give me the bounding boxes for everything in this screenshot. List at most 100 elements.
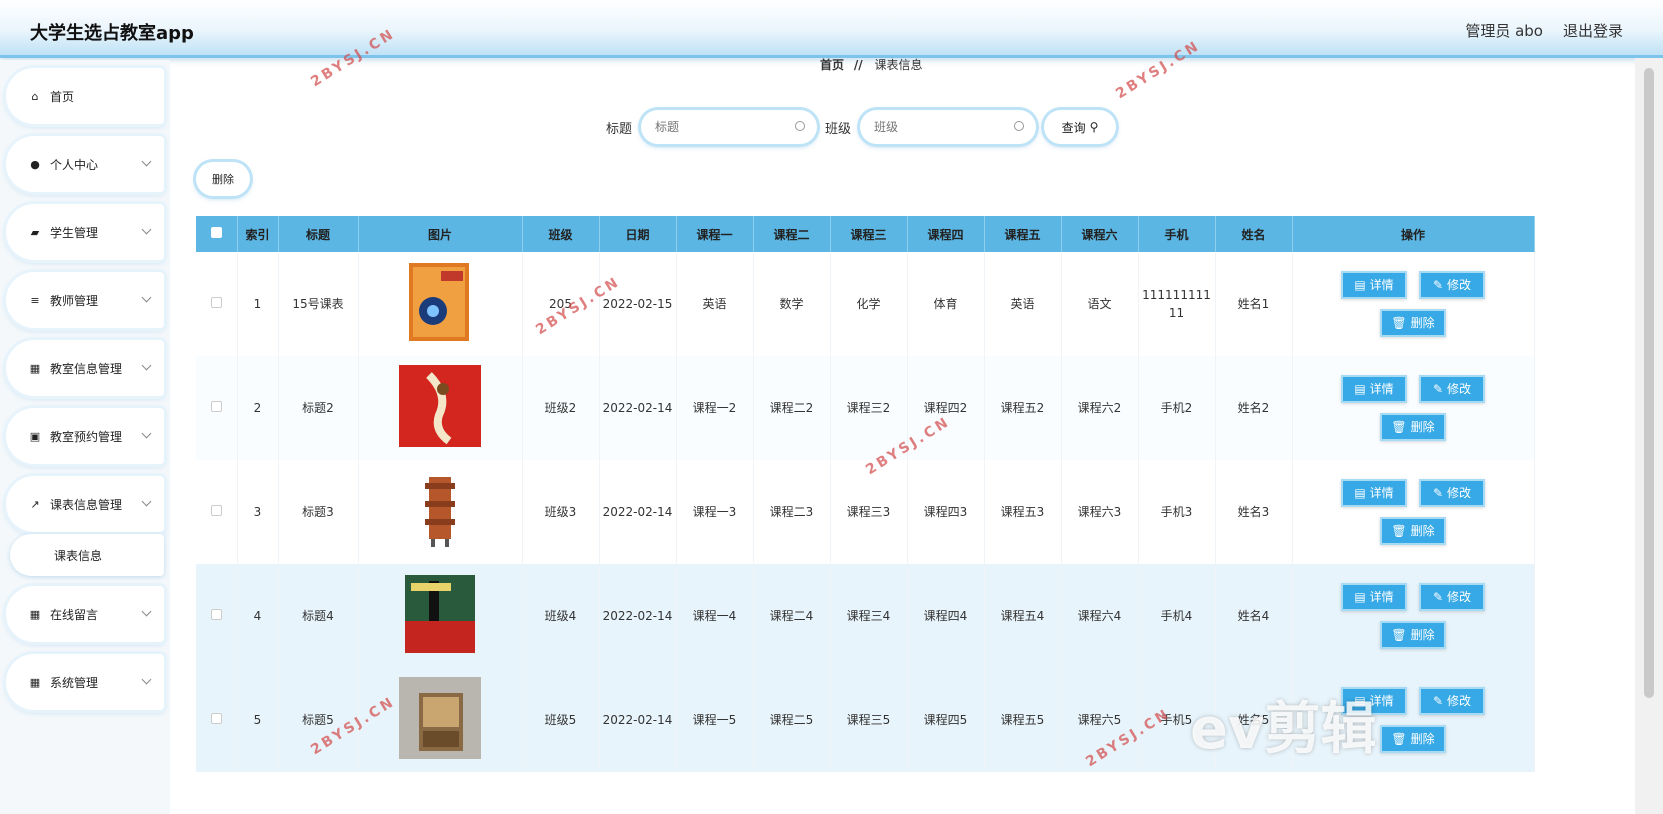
- course1-cell: 课程一2: [676, 356, 754, 460]
- title-cell: 标题4: [278, 564, 359, 668]
- course2-cell: 课程二2: [753, 356, 831, 460]
- select-all-cell[interactable]: [196, 216, 238, 252]
- title-cell: 标题2: [278, 356, 359, 460]
- sidebar-item-label: 教室预约管理: [50, 429, 123, 444]
- table-row[interactable]: 4 标题4 班级4 2022-02-14 课程一4 课程二4 课程三4 课程四4 课程五4 课程六…: [196, 564, 1535, 668]
- delete-button[interactable]: 🗑 删除: [1380, 309, 1446, 337]
- edit-button[interactable]: ✎ 修改: [1419, 687, 1485, 715]
- sidebar-item-classrooms[interactable]: ▦ 教室信息管理: [6, 340, 164, 396]
- detail-button-label: 详情: [1369, 694, 1394, 708]
- page-scrollbar[interactable]: [1635, 58, 1663, 814]
- pencil-icon: ✎: [1432, 590, 1444, 604]
- row-checkbox[interactable]: [210, 297, 222, 308]
- sidebar-item-schedule[interactable]: ↗ 课表信息管理: [6, 476, 164, 532]
- breadcrumb-home[interactable]: 首页: [820, 58, 844, 72]
- phone-cell: 手机3: [1138, 460, 1216, 564]
- edit-button[interactable]: ✎ 修改: [1419, 271, 1485, 299]
- detail-button[interactable]: ▤ 详情: [1341, 271, 1407, 299]
- table-row[interactable]: 2 标题2 班级2 2022-02-14 课程一2 课程二2 课程三2 课程四2 课程五2 课程六…: [196, 356, 1535, 460]
- course5-cell: 课程五5: [984, 668, 1062, 772]
- table-row[interactable]: 5 标题5 班级5 2022-02-14 课程一5 课程二5 课程三5 课程四5 课程五5 课程六…: [196, 668, 1535, 772]
- sidebar-item-personal[interactable]: ● 个人中心: [6, 136, 164, 192]
- cover-image[interactable]: [399, 262, 481, 346]
- delete-button[interactable]: 🗑 删除: [1380, 413, 1446, 441]
- sidebar-item-label: 个人中心: [50, 157, 99, 172]
- briefcase-icon: ▰: [30, 225, 40, 239]
- table-row[interactable]: 3 标题3 班级3 2022-02-14 课程一3 课程二3 课程三3 课程四3 课程五3 课程六…: [196, 460, 1535, 564]
- detail-button[interactable]: ▤ 详情: [1341, 375, 1407, 403]
- query-button[interactable]: 查询 ⚲: [1044, 110, 1116, 144]
- grid-icon: ▦: [29, 607, 41, 621]
- delete-button[interactable]: 🗑 删除: [1380, 621, 1446, 649]
- row-checkbox[interactable]: [210, 401, 222, 412]
- breadcrumb-current: 课表信息: [874, 58, 923, 72]
- row-select-cell[interactable]: [196, 460, 238, 564]
- sidebar-subitem-schedule-info[interactable]: 课表信息: [10, 534, 164, 576]
- phone-cell: 手机4: [1138, 564, 1216, 668]
- class-cell: 班级5: [522, 668, 600, 772]
- image-cell: [358, 252, 523, 356]
- course4-cell: 课程四2: [907, 356, 985, 460]
- course1-cell: 课程一4: [676, 564, 754, 668]
- sidebar-item-system[interactable]: ▦ 系统管理: [6, 654, 164, 710]
- class-search-box[interactable]: [860, 110, 1036, 144]
- sidebar-item-teachers[interactable]: ≡ 教师管理: [6, 272, 164, 328]
- chevron-down-icon: [141, 674, 152, 685]
- table-row[interactable]: 1 15号课表 205 2022-02-15 英语 数学 化学 体育 英语 语文 111111111…: [196, 252, 1535, 356]
- sidebar-item-messages[interactable]: ▦ 在线留言: [6, 586, 164, 642]
- pencil-icon: ✎: [1432, 382, 1444, 396]
- course4-cell: 课程四5: [907, 668, 985, 772]
- edit-button[interactable]: ✎ 修改: [1419, 375, 1485, 403]
- name-cell: 姓名3: [1215, 460, 1293, 564]
- column-header: 课程二: [753, 216, 831, 252]
- sidebar-item-home[interactable]: ⌂ 首页: [6, 68, 164, 124]
- sidebar-item-label: 学生管理: [50, 225, 99, 240]
- edit-button[interactable]: ✎ 修改: [1419, 479, 1485, 507]
- row-select-cell[interactable]: [196, 564, 238, 668]
- cover-image[interactable]: [399, 676, 481, 762]
- phone-cell: 手机5: [1138, 668, 1216, 772]
- edit-button[interactable]: ✎ 修改: [1419, 583, 1485, 611]
- cover-image[interactable]: [399, 574, 481, 658]
- detail-button[interactable]: ▤ 详情: [1341, 687, 1407, 715]
- sidebar-item-students[interactable]: ▰ 学生管理: [6, 204, 164, 260]
- sidebar-item-label: 在线留言: [50, 607, 99, 622]
- chevron-down-icon: [141, 428, 152, 439]
- pencil-icon: ✎: [1432, 694, 1444, 708]
- title-search-box[interactable]: [641, 110, 817, 144]
- course5-cell: 英语: [984, 252, 1062, 356]
- edit-button-label: 修改: [1447, 590, 1472, 604]
- title-search-input[interactable]: [655, 120, 785, 134]
- logout-link[interactable]: 退出登录: [1563, 20, 1623, 41]
- document-icon: ▤: [1354, 382, 1366, 396]
- sidebar-item-reservations[interactable]: ▣ 教室预约管理: [6, 408, 164, 464]
- chevron-down-icon: [141, 224, 152, 235]
- row-select-cell[interactable]: [196, 668, 238, 772]
- select-all-checkbox[interactable]: [210, 227, 222, 238]
- schedule-table: 索引 标题 图片 班级 日期 课程一 课程二 课程三 课程四 课程五 课程六 手…: [196, 216, 1535, 772]
- edit-button-label: 修改: [1447, 278, 1472, 292]
- delete-button[interactable]: 🗑 删除: [1380, 725, 1446, 753]
- row-select-cell[interactable]: [196, 252, 238, 356]
- chevron-down-icon: [141, 360, 152, 371]
- cover-image[interactable]: [399, 364, 481, 450]
- row-checkbox[interactable]: [210, 713, 222, 724]
- sidebar-item-label: 首页: [50, 89, 75, 104]
- course6-cell: 课程六3: [1061, 460, 1139, 564]
- class-search-input[interactable]: [874, 120, 1004, 134]
- row-checkbox[interactable]: [210, 609, 222, 620]
- delete-button-label: 删除: [1410, 316, 1435, 330]
- index-cell: 5: [237, 668, 279, 772]
- detail-button[interactable]: ▤ 详情: [1341, 479, 1407, 507]
- image-cell: [358, 460, 523, 564]
- scrollbar-thumb[interactable]: [1644, 68, 1654, 698]
- row-checkbox[interactable]: [210, 505, 222, 516]
- batch-delete-button[interactable]: 删除: [196, 162, 250, 196]
- user-area: 管理员 abo 退出登录: [1465, 20, 1623, 41]
- row-select-cell[interactable]: [196, 356, 238, 460]
- delete-button[interactable]: 🗑 删除: [1380, 517, 1446, 545]
- detail-button[interactable]: ▤ 详情: [1341, 583, 1407, 611]
- class-search-label: 班级: [825, 122, 852, 137]
- admin-label[interactable]: 管理员 abo: [1465, 20, 1543, 41]
- cover-image[interactable]: [399, 468, 481, 554]
